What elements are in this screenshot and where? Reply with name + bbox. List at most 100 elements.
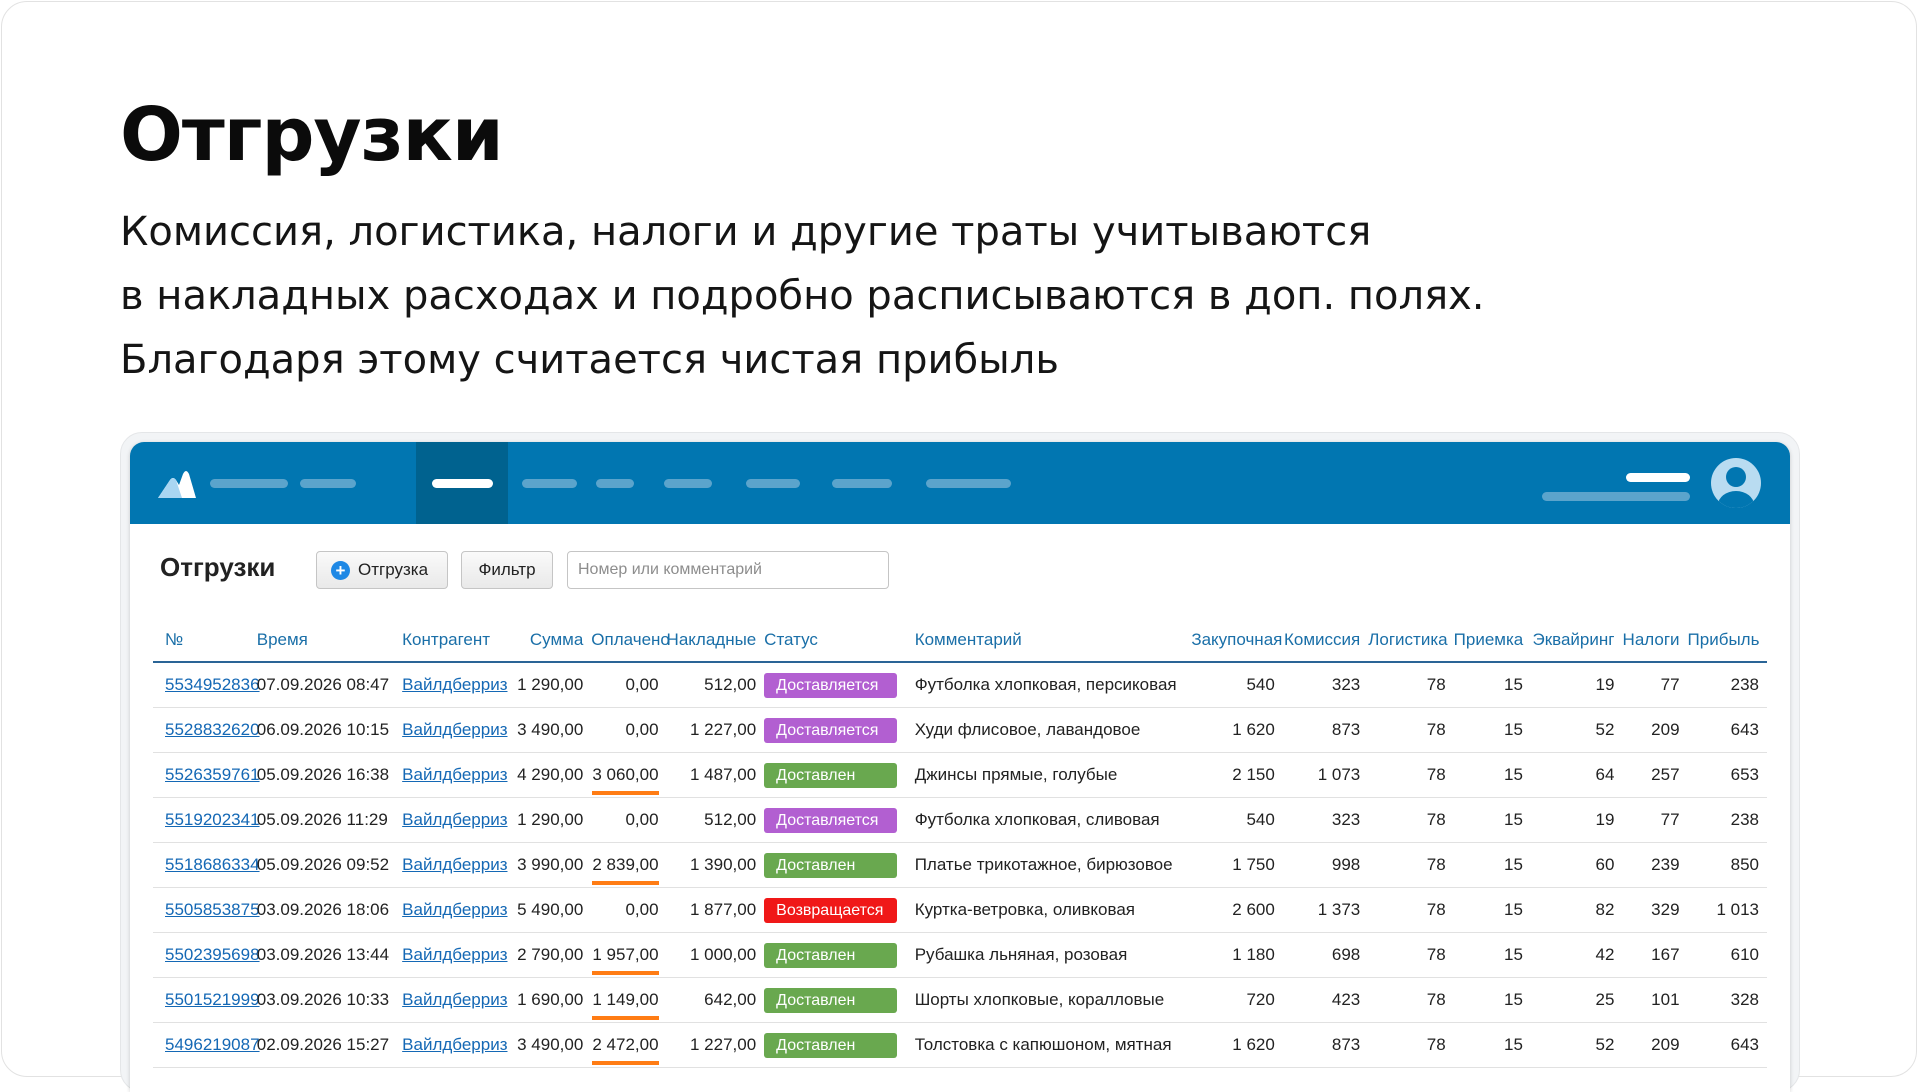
add-shipment-label: Отгрузка [358,560,428,580]
status-badge[interactable]: Доставлен [764,1033,897,1058]
overhead-cell-cell-wrap: 512,00 [667,798,765,843]
shipment-number-cell-wrap: 5501521999 [153,978,257,1023]
comment-cell-cell-wrap: Рубашка льняная, розовая [915,933,1192,978]
table-row[interactable]: 553495283607.09.2026 08:47Вайлдберриз1 2… [153,662,1767,708]
acquiring-cell: 19 [1596,675,1615,694]
amount-cell-cell-wrap: 1 690,00 [516,978,591,1023]
column-header-overhead[interactable]: Накладные [667,618,765,662]
comment-cell: Футболка хлопковая, персиковая [915,675,1177,694]
counterparty-link[interactable]: Вайлдберриз [402,900,507,919]
profit-cell-cell-wrap: 238 [1688,662,1767,708]
column-header-comment[interactable]: Комментарий [915,618,1192,662]
taxes-cell-cell-wrap: 209 [1622,1023,1687,1068]
shipment-number-link[interactable]: 5518686334 [165,855,260,874]
counterparty-link[interactable]: Вайлдберриз [402,720,507,739]
column-header-number[interactable]: № [153,618,257,662]
purchase-cell-cell-wrap: 540 [1191,798,1283,843]
paid-cell: 2 839,00 [592,855,658,875]
table-row[interactable]: 551868633405.09.2026 09:52Вайлдберриз3 9… [153,843,1767,888]
user-company-placeholder[interactable] [1542,492,1690,501]
column-header-purchase[interactable]: Закупочная [1191,618,1283,662]
user-avatar-icon[interactable] [1710,457,1762,509]
purchase-cell: 540 [1246,810,1274,829]
counterparty-cell-wrap: Вайлдберриз [402,843,516,888]
shipment-number-link[interactable]: 5534952836 [165,675,260,694]
column-header-status[interactable]: Статус [764,618,915,662]
shipment-number-link[interactable]: 5505853875 [165,900,260,919]
shipment-number-link[interactable]: 5501521999 [165,990,260,1009]
counterparty-link[interactable]: Вайлдберриз [402,990,507,1009]
shipment-number-link[interactable]: 5528832620 [165,720,260,739]
acceptance-cell-cell-wrap: 15 [1454,1023,1531,1068]
column-header-acceptance[interactable]: Приемка [1454,618,1531,662]
nav-item[interactable] [746,442,802,524]
commission-cell: 873 [1332,720,1360,739]
table-row[interactable]: 552635976105.09.2026 16:38Вайлдберриз4 2… [153,753,1767,798]
counterparty-link[interactable]: Вайлдберриз [402,945,507,964]
column-header-counterparty[interactable]: Контрагент [402,618,516,662]
counterparty-link[interactable]: Вайлдберриз [402,855,507,874]
nav-item[interactable] [926,442,1012,524]
comment-cell-cell-wrap: Худи флисовое, лавандовое [915,708,1192,753]
acceptance-cell-cell-wrap: 15 [1454,843,1531,888]
counterparty-link[interactable]: Вайлдберриз [402,765,507,784]
paid-cell-cell-wrap: 3 060,00 [591,753,666,798]
shipment-number-link[interactable]: 5519202341 [165,810,260,829]
subtitle-line: Комиссия, логистика, налоги и другие тра… [120,200,1620,264]
status-badge[interactable]: Возвращается [764,898,897,923]
taxes-cell-cell-wrap: 101 [1622,978,1687,1023]
amount-cell-cell-wrap: 1 290,00 [516,798,591,843]
column-header-profit[interactable]: Прибыль [1688,618,1767,662]
column-header-commission[interactable]: Комиссия [1283,618,1368,662]
column-header-paid[interactable]: Оплачено [591,618,666,662]
table-row[interactable]: 552883262006.09.2026 10:15Вайлдберриз3 4… [153,708,1767,753]
status-badge[interactable]: Доставляется [764,718,897,743]
logistics-cell: 78 [1427,990,1446,1009]
nav-item-shipments-active[interactable] [416,442,508,524]
shipment-time-cell-wrap: 05.09.2026 11:29 [257,798,402,843]
column-header-acquiring[interactable]: Эквайринг [1531,618,1623,662]
nav-item[interactable] [832,442,892,524]
filter-button[interactable]: Фильтр [461,551,553,589]
nav-item[interactable] [296,442,356,524]
counterparty-cell-wrap: Вайлдберриз [402,933,516,978]
column-header-sum[interactable]: Сумма [516,618,591,662]
status-badge[interactable]: Доставлен [764,763,897,788]
search-input[interactable] [567,551,889,589]
nav-item[interactable] [522,442,582,524]
column-header-taxes[interactable]: Налоги [1622,618,1687,662]
shipment-number-link[interactable]: 5496219087 [165,1035,260,1054]
status-badge[interactable]: Доставлен [764,943,897,968]
nav-item[interactable] [206,442,288,524]
nav-item[interactable] [596,442,636,524]
table-row[interactable]: 549621908702.09.2026 15:27Вайлдберриз3 4… [153,1023,1767,1068]
table-row[interactable]: 551920234105.09.2026 11:29Вайлдберриз 1 2… [153,798,1767,843]
status-badge[interactable]: Доставляется [764,673,897,698]
column-header-logistics[interactable]: Логистика [1368,618,1453,662]
status-badge[interactable]: Доставляется [764,808,897,833]
counterparty-link[interactable]: Вайлдберриз [402,675,507,694]
status-badge[interactable]: Доставлен [764,853,897,878]
shipment-number-link[interactable]: 5526359761 [165,765,260,784]
counterparty-link[interactable]: Вайлдберриз [402,1035,507,1054]
commission-cell-cell-wrap: 1 373 [1283,888,1368,933]
overhead-cell-cell-wrap: 642,00 [667,978,765,1023]
profit-cell: 238 [1731,675,1759,694]
add-shipment-button[interactable]: + Отгрузка [316,551,448,589]
acceptance-cell-cell-wrap: 15 [1454,708,1531,753]
table-row[interactable]: 550239569803.09.2026 13:44Вайлдберриз2 7… [153,933,1767,978]
user-name-placeholder[interactable] [1626,473,1690,482]
acquiring-cell: 42 [1596,945,1615,964]
shipment-time-cell-wrap: 06.09.2026 10:15 [257,708,402,753]
table-row[interactable]: 550152199903.09.2026 10:33Вайлдберриз1 6… [153,978,1767,1023]
acceptance-cell: 15 [1504,1035,1523,1054]
shipment-number-link[interactable]: 5502395698 [165,945,260,964]
status-badge[interactable]: Доставлен [764,988,897,1013]
commission-cell-cell-wrap: 1 073 [1283,753,1368,798]
nav-item[interactable] [664,442,714,524]
logo-icon[interactable] [156,466,198,500]
column-header-time[interactable]: Время [257,618,402,662]
profit-cell-cell-wrap: 643 [1688,1023,1767,1068]
counterparty-link[interactable]: Вайлдберриз [402,810,507,829]
table-row[interactable]: 550585387503.09.2026 18:06Вайлдберриз5 4… [153,888,1767,933]
